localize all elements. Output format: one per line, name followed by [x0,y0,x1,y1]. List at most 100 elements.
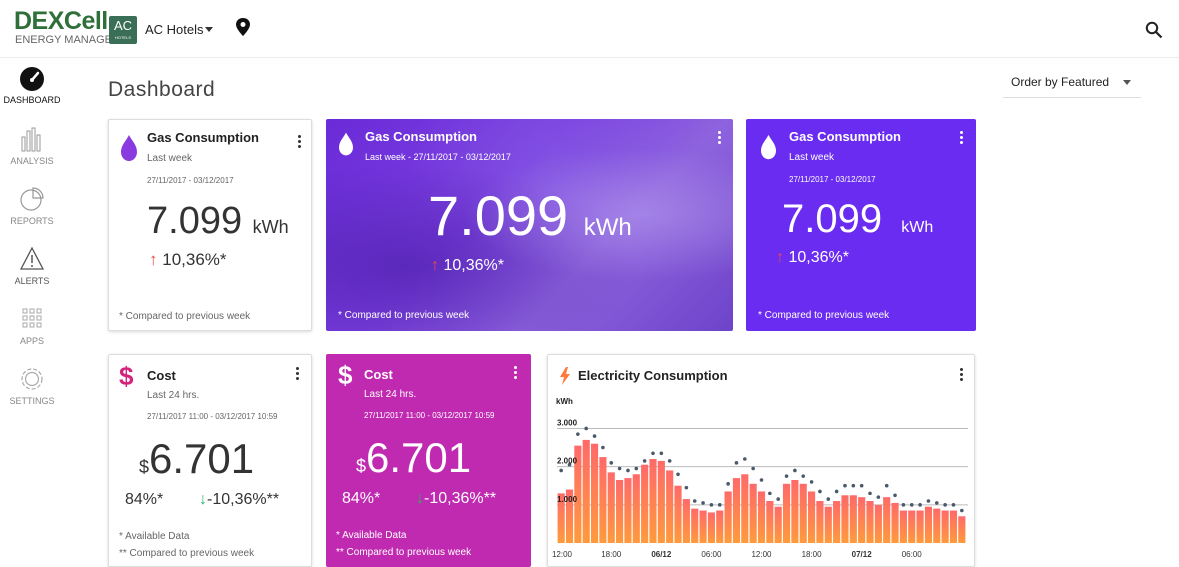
change-indicator: ↑ 10,36%* [431,257,504,274]
chevron-down-icon[interactable] [205,27,213,32]
sidebar-item-label: REPORTS [10,216,54,226]
sidebar-item-dashboard[interactable]: DASHBOARD [0,66,64,105]
more-menu-icon[interactable] [960,131,964,146]
more-menu-icon[interactable] [296,367,300,382]
chart-bar [691,508,699,543]
gas-consumption-card-purple[interactable]: Gas Consumption Last week 27/11/2017 - 0… [746,119,976,331]
change-indicator: ↓-10,36%** [416,490,497,507]
chart-bar [866,501,874,543]
chart-point [784,474,789,478]
chart-bar [858,497,866,543]
chart-point [893,493,897,498]
card-title: Gas Consumption [365,129,477,144]
y-tick-label: 3.000 [557,418,578,427]
chart-bar [916,510,924,543]
warning-icon [19,246,45,270]
chart-point [743,457,747,461]
card-footnote: ** Compared to previous week [336,547,472,558]
chart-point [659,451,664,456]
chart-point [901,503,906,507]
more-menu-icon[interactable] [514,366,518,381]
sidebar-item-analysis[interactable]: ANALYSIS [0,125,64,166]
card-period: Last week [147,153,193,164]
hotel-logo: AC HOTELS [109,16,137,44]
chart-point [642,459,647,463]
grid-icon [22,308,42,328]
sidebar-item-settings[interactable]: SETTINGS [0,365,64,406]
cost-card-magenta[interactable]: $ Cost Last 24 hrs. 27/11/2017 11:00 - 0… [326,354,531,567]
chart-point [809,480,814,484]
arrow-down-icon: ↓ [416,490,424,507]
x-tick-label: 06:00 [902,550,923,559]
chart-bar [949,510,958,543]
card-footnote: * Available Data [336,530,407,541]
card-period: Last 24 hrs. [364,389,417,400]
chart-bar [732,478,741,543]
chart-bar [757,491,766,543]
chart-point [826,497,831,501]
chart-point [676,472,680,477]
available-data-percent: 84%* [342,490,381,507]
page-title: Dashboard [108,78,216,101]
electricity-consumption-card[interactable]: Electricity Consumption kWh 1.000 2.000 3.… [547,354,975,567]
location-pin-icon[interactable] [235,18,251,36]
chart-point [943,503,947,507]
cost-card[interactable]: $ Cost Last 24 hrs. 27/11/2017 11:00 - 0… [108,354,312,567]
x-tick-label: 12:00 [751,550,772,559]
chart-bar [666,470,674,543]
chart-bar [824,506,832,543]
chart-bar [899,510,907,543]
card-date-range: 27/11/2017 11:00 - 03/12/2017 10:59 [147,412,278,421]
chart-point [734,461,739,465]
chart-bar [883,497,891,543]
sidebar-item-alerts[interactable]: ALERTS [0,245,64,286]
gas-consumption-card[interactable]: Gas Consumption Last week 27/11/2017 - 0… [108,119,312,331]
chart-point [617,466,622,471]
chart-point [801,474,806,478]
gas-consumption-card-featured[interactable]: Gas Consumption Last week - 27/11/2017 -… [326,119,733,331]
arrow-up-icon: ↑ [776,249,784,266]
speedometer-icon [20,67,44,91]
card-date-range: 27/11/2017 11:00 - 03/12/2017 10:59 [364,411,495,420]
chart-bar [874,504,882,543]
card-date-range: 27/11/2017 - 03/12/2017 [789,175,876,184]
more-menu-icon[interactable] [960,368,964,383]
sidebar-item-reports[interactable]: REPORTS [0,185,64,226]
sidebar-item-label: ALERTS [14,276,50,286]
pie-chart-icon [20,187,44,211]
card-period: Last week - 27/11/2017 - 03/12/2017 [365,152,511,162]
chart-point [592,434,597,438]
sidebar-item-apps[interactable]: APPS [0,305,64,346]
card-footnote: * Compared to previous week [338,310,470,321]
x-tick-label: 18:00 [802,550,823,559]
x-tick-label: 07/12 [852,550,873,559]
chart-bar [933,508,941,543]
chart-bar [674,485,682,543]
chart-point [684,485,689,490]
card-title: Cost [147,368,176,383]
x-tick-label: 18:00 [601,550,622,559]
chart-bar [632,474,640,543]
top-bar: DEXCell ENERGY MANAGER AC HOTELS AC Hotel… [0,0,1179,58]
search-icon[interactable] [1145,21,1163,39]
chart-bar [791,480,799,543]
app-logo[interactable]: DEXCell [14,9,108,34]
chart-point [909,503,914,507]
x-tick-label: 06:00 [701,550,722,559]
card-footnote: * Compared to previous week [119,311,251,322]
change-indicator: ↑ 10,36%* [776,249,849,266]
x-tick-label: 12:00 [552,550,573,559]
order-by-select[interactable]: Order by Featured [1003,68,1141,98]
chevron-down-icon [1123,80,1131,85]
sidebar-item-label: ANALYSIS [10,156,54,166]
hotel-selector[interactable]: AC Hotels [145,22,204,37]
more-menu-icon[interactable] [718,131,722,146]
more-menu-icon[interactable] [298,135,302,150]
electricity-chart: kWh 1.000 2.000 3.000 12:00 18:00 06/12 06:00… [552,397,968,559]
chart-bar [958,516,966,543]
app-logo-subtitle: ENERGY MANAGER [15,34,120,46]
card-period: Last 24 hrs. [147,390,200,401]
chart-point [859,483,864,488]
chart-bar [891,502,899,543]
card-title: Electricity Consumption [578,368,728,383]
